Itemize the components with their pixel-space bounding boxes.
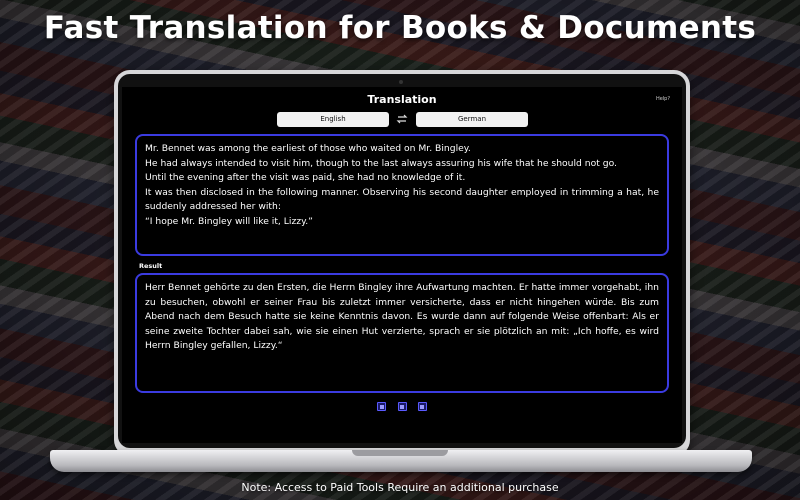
source-paragraph: He had always intended to visit him, tho…: [145, 157, 617, 169]
result-text-output[interactable]: Herr Bennet gehörte zu den Ersten, die H…: [135, 273, 669, 393]
source-text-input[interactable]: Mr. Bennet was among the earliest of tho…: [135, 134, 669, 256]
result-label: Result: [139, 262, 163, 270]
copy-icon[interactable]: [377, 402, 387, 411]
footer-note: Note: Access to Paid Tools Require an ad…: [241, 481, 559, 494]
app-title: Translation: [367, 93, 437, 106]
source-paragraph: Mr. Bennet was among the earliest of tho…: [145, 143, 471, 154]
source-paragraph: “I hope Mr. Bingley will like it, Lizzy.…: [145, 215, 313, 227]
source-paragraph: Until the evening after the visit was pa…: [145, 172, 466, 184]
source-paragraph: It was then disclosed in the following m…: [145, 186, 659, 213]
source-language-button[interactable]: English: [277, 112, 389, 127]
result-text: Herr Bennet gehörte zu den Ersten, die H…: [145, 282, 659, 352]
speaker-icon[interactable]: [397, 402, 407, 411]
swap-languages-icon[interactable]: [396, 113, 408, 125]
share-icon[interactable]: [417, 402, 427, 411]
tool-bar: [122, 396, 682, 415]
camera-icon: [399, 80, 403, 84]
target-language-button[interactable]: German: [416, 112, 528, 127]
app-screen: Translation Help? English German Mr. Ben…: [122, 87, 682, 443]
help-link[interactable]: Help?: [656, 96, 670, 102]
headline: Fast Translation for Books & Documents: [43, 10, 757, 46]
laptop-notch: [352, 450, 448, 456]
